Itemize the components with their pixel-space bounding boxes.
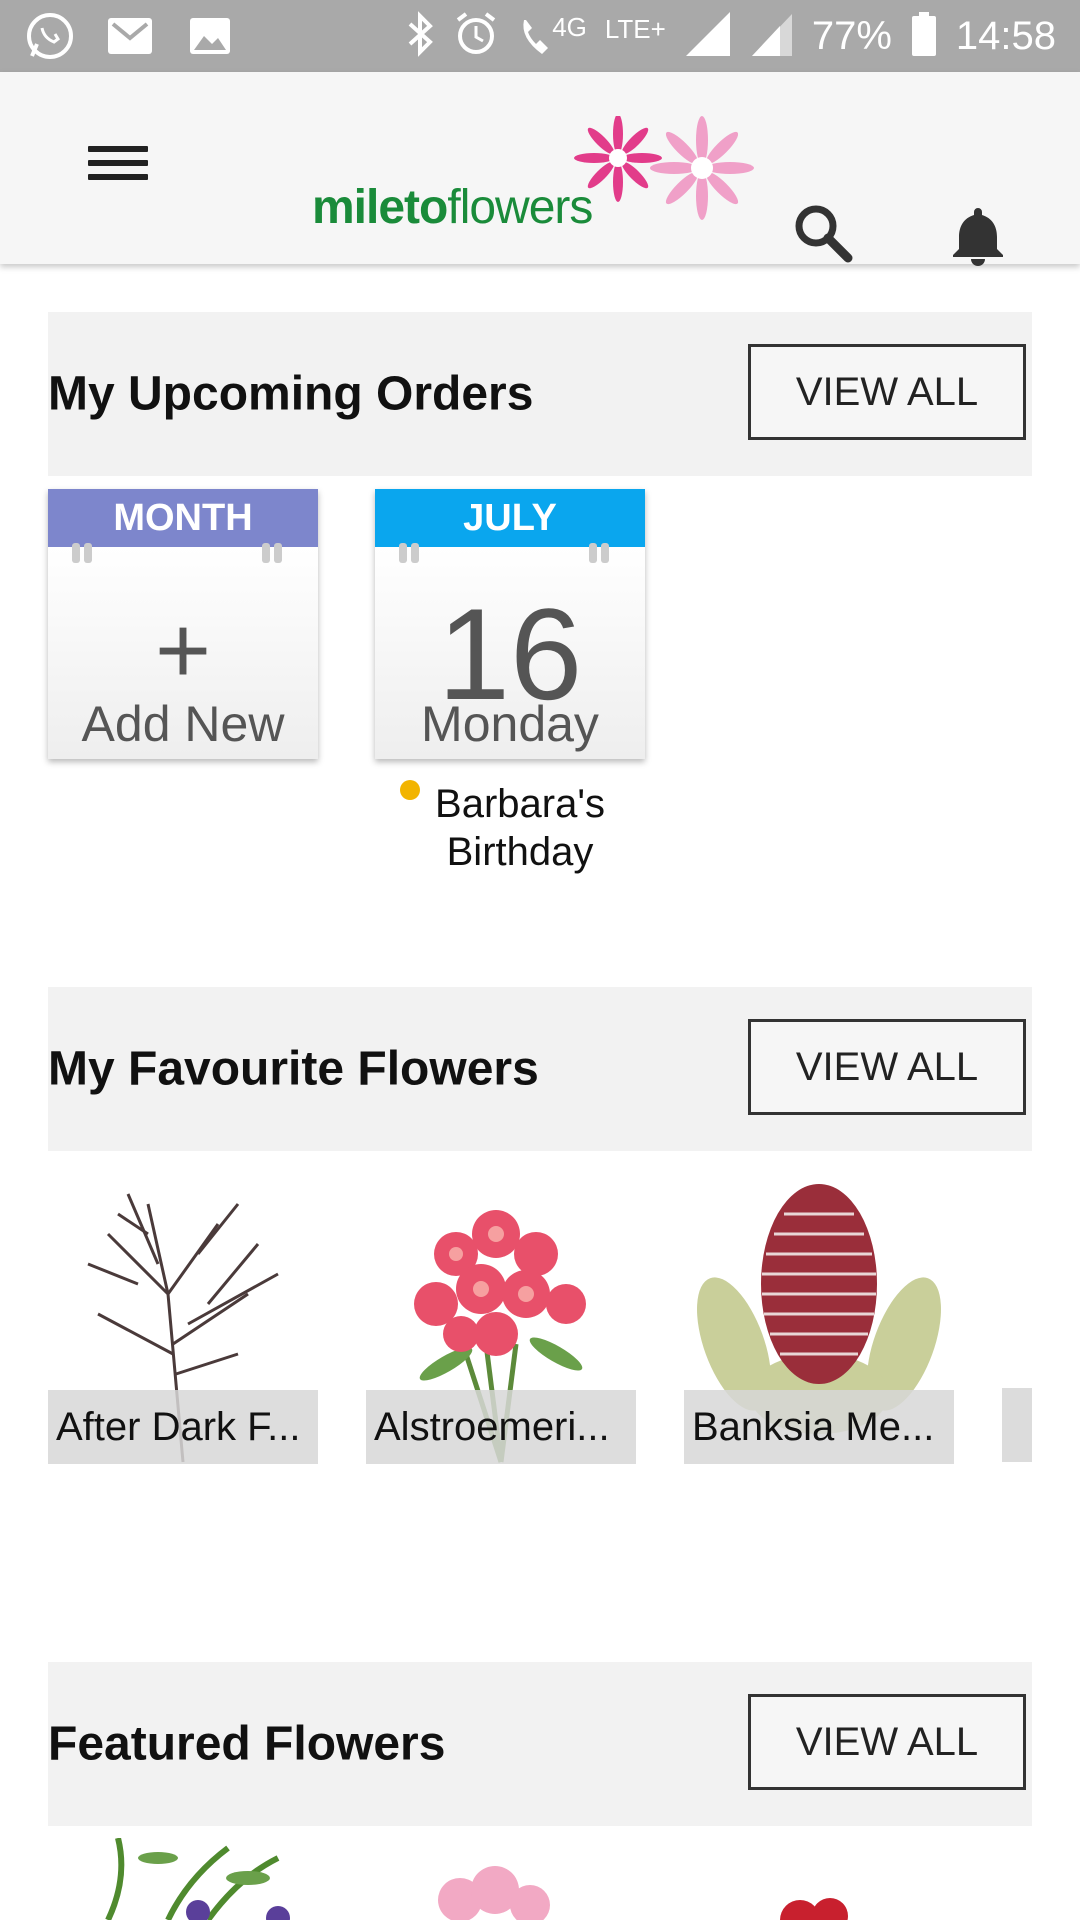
flower-label: Alstroemeri... <box>366 1390 636 1464</box>
add-order-card[interactable]: MONTH + Add New <box>48 489 318 759</box>
image-icon <box>184 10 236 62</box>
view-all-featured-button[interactable]: VIEW ALL <box>748 1694 1026 1790</box>
featured-flowers-title: Featured Flowers <box>48 1717 446 1771</box>
featured-flower-image[interactable] <box>420 1860 560 1920</box>
signal-2-icon <box>750 10 794 63</box>
battery-percent: 77% <box>811 13 892 58</box>
flower-tile[interactable]: Banksia Me... <box>684 1174 954 1464</box>
whatsapp-icon <box>24 10 76 62</box>
order-weekday: Monday <box>421 696 599 752</box>
flower-label: After Dark F... <box>48 1390 318 1464</box>
upcoming-orders-header: My Upcoming Orders VIEW ALL <box>48 312 1032 476</box>
battery-icon <box>910 10 938 63</box>
logo-text-bold: mileto <box>312 181 448 234</box>
bell-icon <box>953 208 1003 266</box>
alarm-icon <box>454 10 498 63</box>
featured-flowers-header: Featured Flowers VIEW ALL <box>48 1662 1032 1826</box>
network-lte-label: LTE+ <box>604 13 666 44</box>
bluetooth-icon <box>406 10 436 63</box>
search-button[interactable] <box>792 202 854 269</box>
add-new-label: Add New <box>81 696 285 752</box>
upcoming-orders-title: My Upcoming Orders <box>48 367 534 421</box>
add-card-month: MONTH <box>48 489 318 547</box>
event-dot <box>400 780 420 800</box>
clock: 14:58 <box>955 13 1056 58</box>
logo-text: miletoflowers <box>312 180 593 235</box>
featured-flower-image[interactable] <box>760 1890 870 1920</box>
notifications-button[interactable] <box>948 204 1008 271</box>
flower-tile[interactable]: Alstroemeri... <box>366 1174 636 1464</box>
order-month: JULY <box>375 489 645 547</box>
plus-icon: + <box>154 597 212 704</box>
logo-text-light: flowers <box>447 181 593 234</box>
logo: miletoflowers <box>312 116 772 234</box>
hamburger-icon <box>88 146 148 152</box>
wifi-calling-icon: 4G <box>516 12 587 60</box>
view-all-orders-button[interactable]: VIEW ALL <box>748 344 1026 440</box>
gmail-icon <box>104 10 156 62</box>
search-icon <box>795 205 853 263</box>
flower-tile-partial[interactable] <box>1002 1388 1032 1462</box>
signal-icon <box>684 10 732 63</box>
status-bar: 4G LTE+ 77% 14:58 <box>0 0 1080 72</box>
network-4g-label: 4G <box>552 12 587 42</box>
order-card[interactable]: JULY 16 Monday <box>375 489 645 759</box>
flower-label: Banksia Me... <box>684 1390 954 1464</box>
event-name: Barbara's Birthday <box>435 782 605 874</box>
flower-tile[interactable]: After Dark F... <box>48 1174 318 1464</box>
app-bar: miletoflowers <box>0 72 1080 266</box>
event-label: Barbara's Birthday <box>400 780 640 876</box>
view-all-favourites-button[interactable]: VIEW ALL <box>748 1019 1026 1115</box>
menu-button[interactable] <box>88 138 148 198</box>
featured-flower-image[interactable] <box>48 1838 318 1920</box>
favourite-flowers-title: My Favourite Flowers <box>48 1042 539 1096</box>
favourite-flowers-header: My Favourite Flowers VIEW ALL <box>48 987 1032 1151</box>
